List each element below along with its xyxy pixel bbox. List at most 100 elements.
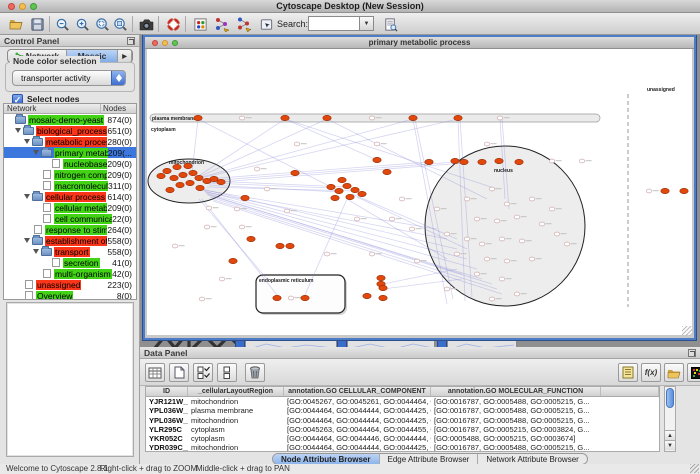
unselect-attributes-button[interactable] (217, 363, 237, 382)
network-node-open[interactable] (479, 242, 485, 246)
attribute-table-button[interactable] (145, 363, 165, 382)
tree-row[interactable]: macromolecule311(0) (4, 180, 136, 191)
scroll-down-icon[interactable]: ▼ (665, 440, 675, 450)
network-node-open[interactable] (234, 207, 240, 211)
tree-row[interactable]: establishment of lo558(0) (4, 235, 136, 246)
tree-row[interactable]: multi-organism pro42(0) (4, 268, 136, 279)
table-row[interactable]: YPL036W__2plasma membrane[GO:0044464, GO… (146, 406, 659, 415)
network-node-red[interactable] (383, 169, 391, 174)
tree-row[interactable]: nitrogen compo209(0) (4, 169, 136, 180)
table-vertical-scrollbar[interactable]: ▲ ▼ (664, 386, 676, 452)
network-node-open[interactable] (219, 277, 225, 281)
tree-row[interactable]: Overview8(0) (4, 290, 136, 300)
modify-network-button[interactable] (212, 15, 232, 33)
network-node-red[interactable] (661, 188, 669, 193)
network-node-open[interactable] (369, 116, 375, 120)
tree-row[interactable]: secretion41(0) (4, 257, 136, 268)
network-node-open[interactable] (324, 252, 330, 256)
network-canvas[interactable]: plasma membrane cytoplasm mitochondrion … (147, 49, 692, 335)
network-node-red[interactable] (454, 115, 462, 120)
network-node-red[interactable] (515, 159, 523, 164)
attribute-matrix-button[interactable] (687, 363, 700, 382)
float-data-panel-icon[interactable] (688, 349, 696, 357)
tree-row[interactable]: metabolic process280(0) (4, 136, 136, 147)
network-node-red[interactable] (327, 184, 335, 189)
network-node-red[interactable] (189, 170, 197, 175)
network-node-red[interactable] (379, 295, 387, 300)
new-attribute-button[interactable] (169, 363, 189, 382)
network-node-open[interactable] (414, 259, 420, 263)
network-node-open[interactable] (409, 227, 415, 231)
network-node-open[interactable] (454, 252, 460, 256)
network-node-red[interactable] (338, 177, 346, 182)
open-session-button[interactable] (6, 15, 26, 33)
network-node-open[interactable] (239, 116, 245, 120)
network-node-open[interactable] (494, 219, 500, 223)
network-node-red[interactable] (157, 173, 165, 178)
advanced-search-button[interactable] (380, 15, 400, 33)
network-node-red[interactable] (276, 243, 284, 248)
network-node-red[interactable] (281, 115, 289, 120)
table-column-header[interactable]: annotation.GO CELLULAR_COMPONENT (284, 387, 431, 396)
network-node-red[interactable] (351, 187, 359, 192)
zoom-out-button[interactable] (52, 15, 72, 33)
import-attributes-button[interactable] (664, 363, 684, 382)
network-node-red[interactable] (343, 183, 351, 188)
network-node-open[interactable] (239, 225, 245, 229)
tab-network-attribute-browser[interactable]: Network Attribute Browser (478, 454, 586, 464)
network-node-open[interactable] (519, 239, 525, 243)
zoom-in-button[interactable] (72, 15, 92, 33)
network-node-open[interactable] (434, 207, 440, 211)
table-column-header[interactable]: ID (146, 387, 188, 396)
network-node-red[interactable] (425, 159, 433, 164)
network-node-open[interactable] (514, 215, 520, 219)
network-node-red[interactable] (229, 258, 237, 263)
network-node-red[interactable] (179, 172, 187, 177)
network-node-open[interactable] (646, 189, 652, 193)
table-row[interactable]: YLR295Ccytoplasm[GO:0045263, GO:0044464,… (146, 425, 659, 434)
network-node-red[interactable] (478, 159, 486, 164)
network-node-open[interactable] (499, 277, 505, 281)
vizmapper-button[interactable] (190, 15, 210, 33)
network-node-red[interactable] (495, 158, 503, 163)
network-node-open[interactable] (389, 217, 395, 221)
network-node-red[interactable] (170, 175, 178, 180)
table-column-header[interactable]: annotation.GO MOLECULAR_FUNCTION (431, 387, 601, 396)
network-node-open[interactable] (504, 202, 510, 206)
network-node-open[interactable] (549, 207, 555, 211)
network-node-open[interactable] (264, 187, 270, 191)
table-column-header[interactable]: _cellularLayoutRegion (188, 387, 284, 396)
network-node-red[interactable] (166, 187, 174, 192)
network-node-red[interactable] (379, 285, 387, 290)
network-node-red[interactable] (331, 195, 339, 200)
network-node-red[interactable] (323, 115, 331, 120)
table-row[interactable]: YJR121W__1mitochondrion[GO:0045267, GO:0… (146, 397, 659, 406)
table-row[interactable]: YPL036W__1mitochondrion[GO:0044464, GO:0… (146, 416, 659, 425)
network-node-open[interactable] (464, 237, 470, 241)
network-node-red[interactable] (301, 295, 309, 300)
network-node-open[interactable] (374, 142, 380, 146)
network-node-open[interactable] (489, 297, 495, 301)
save-session-button[interactable] (27, 15, 47, 33)
tree-expand-icon[interactable] (24, 194, 30, 199)
network-node-red[interactable] (451, 158, 459, 163)
tree-expand-icon[interactable] (33, 150, 39, 155)
network-node-red[interactable] (186, 180, 194, 185)
zoom-selected-region-button[interactable] (92, 15, 112, 33)
network-node-open[interactable] (399, 197, 405, 201)
network-node-open[interactable] (484, 142, 490, 146)
tree-row[interactable]: primary metabo209(... (4, 147, 136, 158)
network-node-red[interactable] (173, 164, 181, 169)
network-node-red[interactable] (286, 243, 294, 248)
attribute-editor-button[interactable] (618, 363, 638, 382)
window-resize-grip[interactable] (682, 326, 692, 336)
help-button[interactable] (163, 15, 183, 33)
network-node-open[interactable] (199, 297, 205, 301)
tree-col-network[interactable]: Network (4, 104, 100, 113)
network-node-open[interactable] (529, 257, 535, 261)
network-node-open[interactable] (288, 296, 294, 300)
network-node-red[interactable] (291, 170, 299, 175)
network-node-open[interactable] (444, 232, 450, 236)
float-panel-icon[interactable] (127, 37, 135, 45)
tree-row[interactable]: mosaic-demo-yeast874(0) (4, 114, 136, 125)
